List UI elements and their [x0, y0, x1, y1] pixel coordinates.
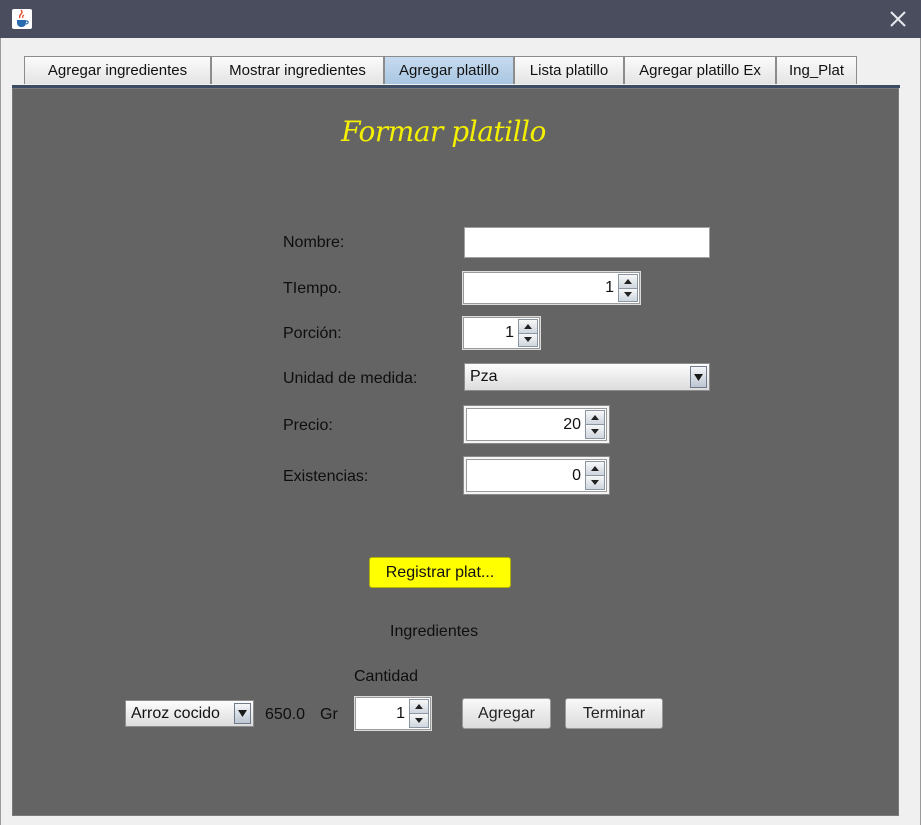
cantidad-value: 1 [396, 704, 405, 722]
existencias-value: 0 [572, 466, 581, 484]
agregar-button[interactable]: Agregar [462, 698, 551, 729]
ingrediente-dropdown[interactable]: Arroz cocido [125, 700, 254, 727]
porcion-label: Porción: [283, 325, 342, 342]
spinner-up-icon[interactable] [618, 274, 638, 289]
java-cup-icon [12, 9, 32, 29]
tab-mostrar-ingredientes[interactable]: Mostrar ingredientes [211, 56, 384, 84]
spinner-down-icon[interactable] [518, 333, 538, 347]
tiempo-label: TIempo. [283, 280, 342, 297]
close-icon[interactable] [885, 6, 911, 32]
unidad-dropdown[interactable]: Pza [464, 363, 710, 391]
page-title: Formar platillo [341, 115, 546, 148]
tab-agregar-ingredientes[interactable]: Agregar ingredientes [24, 56, 211, 84]
precio-value: 20 [563, 415, 581, 433]
tiempo-value: 1 [605, 279, 614, 296]
ingredientes-heading: Ingredientes [390, 623, 479, 640]
terminar-button[interactable]: Terminar [565, 698, 663, 729]
tab-lista-platillo[interactable]: Lista platillo [514, 56, 624, 84]
spinner-up-icon[interactable] [585, 461, 605, 476]
spinner-up-icon[interactable] [518, 319, 538, 334]
spinner-down-icon[interactable] [585, 425, 605, 439]
existencias-label: Existencias: [283, 468, 369, 485]
ingrediente-value: Arroz cocido [131, 704, 220, 722]
unidad-value: Pza [470, 368, 498, 385]
tiempo-spinner[interactable]: 1 [462, 271, 641, 305]
cantidad-label: Cantidad [354, 668, 419, 685]
nombre-label: Nombre: [283, 234, 345, 251]
chevron-down-icon[interactable] [234, 703, 251, 724]
spinner-down-icon[interactable] [409, 714, 429, 728]
spinner-down-icon[interactable] [618, 288, 638, 302]
chevron-down-icon[interactable] [690, 366, 707, 388]
precio-label: Precio: [283, 417, 333, 434]
porcion-value: 1 [505, 324, 514, 341]
spinner-up-icon[interactable] [585, 410, 605, 425]
spinner-down-icon[interactable] [585, 476, 605, 490]
spinner-up-icon[interactable] [409, 699, 429, 714]
register-button[interactable]: Registrar plat... [369, 557, 511, 588]
porcion-spinner[interactable]: 1 [462, 316, 541, 350]
tab-agregar-platillo[interactable]: Agregar platillo [384, 56, 514, 84]
precio-spinner[interactable]: 20 [463, 405, 610, 444]
unidad-label: Unidad de medida: [283, 370, 418, 387]
cantidad-spinner[interactable]: 1 [354, 696, 432, 731]
existencias-spinner[interactable]: 0 [463, 456, 610, 495]
ingrediente-unit: Gr [320, 706, 338, 723]
tab-agregar-platillo-ex[interactable]: Agregar platillo Ex [624, 56, 776, 84]
title-bar [0, 0, 921, 38]
ingrediente-amount: 650.0 [265, 706, 306, 723]
nombre-field[interactable] [464, 227, 710, 258]
tab-ing-plat[interactable]: Ing_Plat [776, 56, 857, 84]
